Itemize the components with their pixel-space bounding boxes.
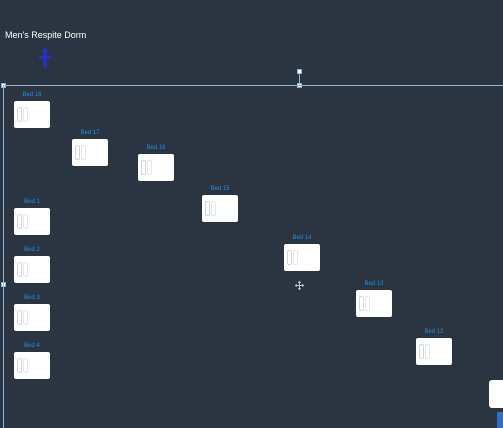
pillow-icon (17, 107, 22, 122)
bed-mattress[interactable] (356, 290, 392, 317)
offscreen-bed-partial[interactable] (489, 380, 503, 408)
bed-3[interactable]: Bed 3 (14, 295, 50, 339)
bed-17[interactable]: Bed 17 (72, 130, 108, 174)
scroll-edge-indicator[interactable] (497, 412, 503, 428)
bed-label: Bed 13 (364, 281, 384, 287)
pillow-icon (141, 160, 146, 175)
offscreen-bed-label-partial (32, 422, 52, 428)
bed-mattress[interactable] (14, 256, 50, 283)
bed-mattress[interactable] (14, 208, 50, 235)
bed-label: Bed 15 (210, 186, 230, 192)
bed-label: Bed 1 (24, 199, 40, 205)
pillow-icon (23, 262, 28, 277)
pillow-icon (81, 145, 86, 160)
bed-2[interactable]: Bed 2 (14, 247, 50, 291)
pillow-icon (17, 358, 22, 373)
pillow-icon (17, 214, 22, 229)
bed-mattress[interactable] (72, 139, 108, 166)
bed-14[interactable]: Bed 14 (284, 235, 320, 279)
pillow-icon (359, 296, 364, 311)
dorm-floorplan-canvas[interactable]: Men's Respite Dorm Bed 18 Bed 17 Bed 16 … (0, 0, 503, 428)
bed-label: Bed 4 (24, 343, 40, 349)
pillow-icon (287, 250, 292, 265)
pillow-icon (205, 201, 210, 216)
offscreen-bed-label-partial (222, 422, 242, 428)
pillow-icon (147, 160, 152, 175)
bed-mattress[interactable] (284, 244, 320, 271)
bed-mattress[interactable] (14, 352, 50, 379)
pillow-icon (425, 344, 430, 359)
dorm-title: Men's Respite Dorm (5, 30, 87, 40)
pillow-icon (419, 344, 424, 359)
rotate-handle[interactable] (297, 69, 302, 74)
pillow-icon (23, 107, 28, 122)
pillow-icon (17, 310, 22, 325)
bed-4[interactable]: Bed 4 (14, 343, 50, 387)
bed-label: Bed 14 (292, 235, 312, 241)
bed-label: Bed 3 (24, 295, 40, 301)
bed-mattress[interactable] (416, 338, 452, 365)
bed-label: Bed 16 (146, 145, 166, 151)
bed-mattress[interactable] (14, 101, 50, 128)
bed-mattress[interactable] (138, 154, 174, 181)
bed-label: Bed 2 (24, 247, 40, 253)
bed-label: Bed 18 (22, 92, 42, 98)
bed-1[interactable]: Bed 1 (14, 199, 50, 243)
pillow-icon (365, 296, 370, 311)
offscreen-bed-label-partial (127, 422, 147, 428)
person-icon[interactable] (39, 48, 51, 68)
pillow-icon (23, 310, 28, 325)
pillow-icon (211, 201, 216, 216)
bed-label: Bed 17 (80, 130, 100, 136)
bed-13[interactable]: Bed 13 (356, 281, 392, 325)
bed-12[interactable]: Bed 12 (416, 329, 452, 373)
offscreen-bed-label-partial (412, 422, 432, 428)
pillow-icon (75, 145, 80, 160)
offscreen-bed-label-partial (317, 422, 337, 428)
bed-16[interactable]: Bed 16 (138, 145, 174, 189)
bed-15[interactable]: Bed 15 (202, 186, 238, 230)
bed-18[interactable]: Bed 18 (14, 92, 50, 136)
bed-mattress[interactable] (202, 195, 238, 222)
bed-mattress[interactable] (14, 304, 50, 331)
bed-label: Bed 12 (424, 329, 444, 335)
pillow-icon (23, 358, 28, 373)
pillow-icon (17, 262, 22, 277)
pillow-icon (23, 214, 28, 229)
pillow-icon (293, 250, 298, 265)
move-icon[interactable] (295, 281, 304, 290)
